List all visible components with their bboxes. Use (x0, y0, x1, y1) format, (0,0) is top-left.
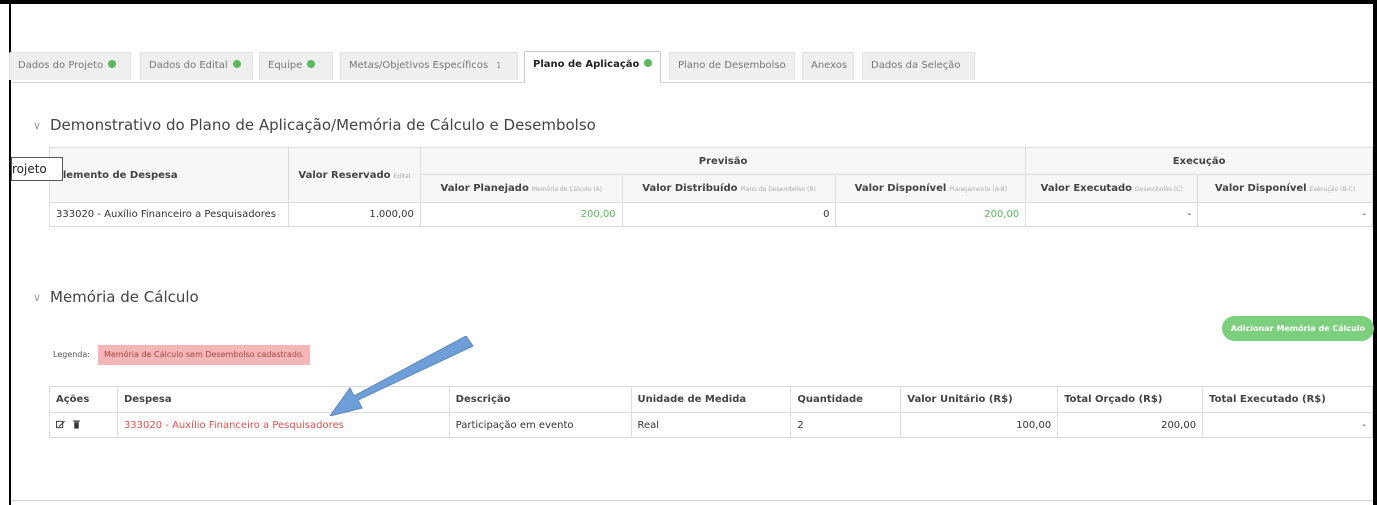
tab-bar: Dados do Projeto Dados do Edital Equipe … (9, 50, 1373, 83)
tooltip: rojeto (11, 157, 63, 181)
cell-total-orcado: 200,00 (1057, 412, 1204, 438)
legend-label: Legenda: (53, 350, 90, 359)
header-unidade: Unidade de Medida (630, 386, 792, 413)
header-acoes: Ações (49, 386, 118, 413)
add-memoria-button[interactable]: Adicionar Memória de Cálculo (1222, 316, 1374, 341)
cell-valor-executado: - (1025, 202, 1199, 227)
edit-icon[interactable] (56, 420, 65, 429)
tab-metas-objetivos[interactable]: Metas/Objetivos Específicos 1 (340, 52, 518, 80)
header-valor-disponivel-execucao: Valor Disponível Execução (B-C) (1197, 174, 1373, 203)
header-valor-unitario: Valor Unitário (R$) (900, 386, 1059, 413)
tab-label: Metas/Objetivos Específicos (349, 60, 489, 71)
check-icon (644, 59, 653, 67)
header-previsao: Previsão (419, 147, 1027, 175)
tab-count-badge: 1 (496, 61, 502, 70)
cell-despesa-link[interactable]: 333020 - Auxílio Financeiro a Pesquisado… (116, 412, 450, 438)
cell-unidade: Real (630, 412, 792, 438)
screenshot-frame-top (0, 0, 1377, 4)
tab-dados-da-selecao[interactable]: Dados da Seleção (862, 52, 975, 80)
check-icon (307, 60, 316, 68)
tab-plano-de-aplicacao[interactable]: Plano de Aplicação (524, 51, 661, 83)
screenshot-frame-right (1373, 0, 1377, 505)
divider (11, 500, 1373, 501)
cell-acoes (49, 412, 118, 438)
arrow-annotation (330, 336, 474, 416)
header-total-executado: Total Executado (R$) (1202, 386, 1373, 413)
legend-badge: Memória de Cálculo sem Desembolso cadast… (98, 345, 311, 365)
check-icon (232, 60, 241, 68)
cell-valor-disponivel-previsao: 200,00 (835, 202, 1027, 227)
trash-icon[interactable] (72, 420, 81, 429)
chevron-down-icon[interactable]: ∨ (33, 291, 41, 304)
table-row: 333020 - Auxílio Financeiro a Pesquisado… (49, 202, 1373, 227)
header-valor-disponivel-previsao: Valor Disponível Planejamento (A-B) (835, 174, 1027, 203)
header-valor-distribuido: Valor Distribuído Plano de Desembolso (B) (621, 174, 837, 203)
header-quantidade: Quantidade (790, 386, 902, 413)
section-title-memoria: Memória de Cálculo (50, 288, 199, 306)
tab-label: Anexos (811, 60, 848, 71)
demonstrativo-table: Elemento de Despesa Valor Reservado Edita… (49, 147, 1373, 227)
cell-descricao: Participação em evento (448, 412, 632, 438)
tab-equipe[interactable]: Equipe (259, 52, 333, 80)
tab-dados-do-projeto[interactable]: Dados do Projeto (9, 52, 131, 80)
tab-label: Dados da Seleção (871, 60, 961, 71)
header-valor-planejado: Valor Planejado Memória de Cálculo (A) (419, 174, 623, 203)
cell-elemento: 333020 - Auxílio Financeiro a Pesquisado… (49, 202, 289, 227)
cell-valor-planejado: 200,00 (419, 202, 623, 227)
cell-total-executado: - (1202, 412, 1373, 438)
header-elemento-despesa: Elemento de Despesa (49, 147, 289, 203)
header-descricao: Descrição (448, 386, 632, 413)
tab-label: Plano de Aplicação (533, 59, 640, 70)
header-execucao: Execução (1025, 147, 1373, 175)
tab-label: Dados do Edital (149, 60, 228, 71)
cell-quantidade: 2 (790, 412, 902, 438)
cell-valor-disponivel-execucao: - (1197, 202, 1373, 227)
tab-dados-do-edital[interactable]: Dados do Edital (140, 52, 253, 80)
cell-valor-reservado: 1.000,00 (287, 202, 421, 227)
check-icon (108, 60, 117, 68)
tab-label: Plano de Desembolso (678, 60, 786, 71)
tab-anexos[interactable]: Anexos (802, 52, 854, 80)
section-title-demonstrativo: Demonstrativo do Plano de Aplicação/Memó… (50, 116, 596, 134)
table-row: 333020 - Auxílio Financeiro a Pesquisado… (49, 412, 1373, 438)
cell-valor-distribuido: 0 (621, 202, 837, 227)
tab-plano-de-desembolso[interactable]: Plano de Desembolso (669, 52, 795, 80)
cell-valor-unitario: 100,00 (900, 412, 1059, 438)
header-valor-executado: Valor Executado Desembolso (C) (1025, 174, 1199, 203)
tab-label: Equipe (268, 60, 303, 71)
tab-label: Dados do Projeto (18, 60, 104, 71)
header-total-orcado: Total Orçado (R$) (1057, 386, 1204, 413)
header-valor-reservado: Valor Reservado Edital (287, 147, 421, 203)
memoria-table: Ações Despesa Descrição Unidade de Medid… (49, 386, 1373, 438)
chevron-down-icon[interactable]: ∨ (33, 119, 41, 132)
